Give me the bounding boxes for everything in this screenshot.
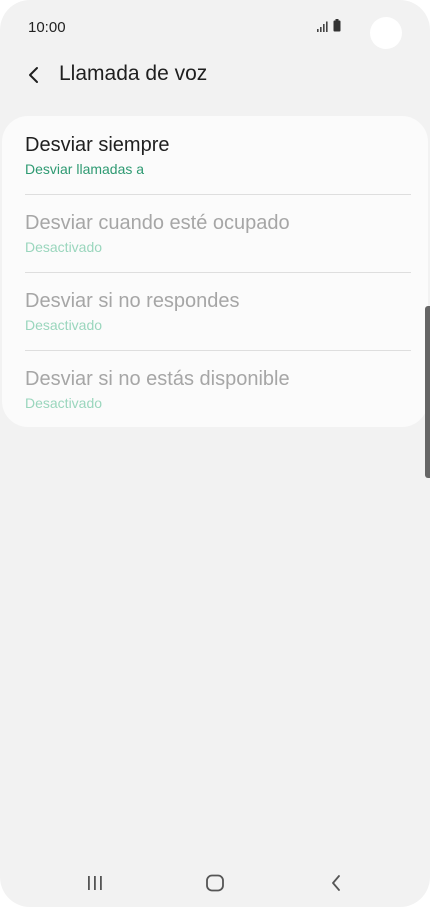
setting-forward-unreachable[interactable]: Desviar si no estás disponible Desactiva… xyxy=(2,350,428,428)
setting-title: Desviar siempre xyxy=(25,134,170,156)
signal-icon xyxy=(317,21,328,32)
back-arrow-icon xyxy=(29,67,38,83)
setting-title: Desviar si no estás disponible xyxy=(25,368,290,390)
setting-subtitle: Desviar llamadas a xyxy=(25,161,145,177)
page-title: Llamada de voz xyxy=(59,62,208,85)
scrollbar[interactable] xyxy=(425,306,430,478)
setting-forward-no-answer[interactable]: Desviar si no respondes Desactivado xyxy=(2,272,428,350)
setting-subtitle: Desactivado xyxy=(25,317,103,333)
phone-screen: 10:00 Llamada de voz Desviar siempre Des… xyxy=(0,0,430,907)
navigation-bar xyxy=(0,860,430,907)
setting-subtitle: Desactivado xyxy=(25,395,103,411)
setting-forward-always[interactable]: Desviar siempre Desviar llamadas a xyxy=(2,116,428,194)
back-icon xyxy=(332,875,340,891)
setting-subtitle: Desactivado xyxy=(25,239,103,255)
app-header: Llamada de voz xyxy=(0,56,430,96)
recents-icon xyxy=(88,876,102,890)
nav-back-button[interactable] xyxy=(316,868,356,898)
battery-icon xyxy=(333,19,341,32)
back-button[interactable] xyxy=(20,60,48,90)
camera-cutout xyxy=(370,17,402,49)
settings-card: Desviar siempre Desviar llamadas a Desvi… xyxy=(2,116,428,427)
status-bar: 10:00 xyxy=(0,0,430,56)
home-icon xyxy=(206,874,224,892)
home-button[interactable] xyxy=(195,868,235,898)
recents-button[interactable] xyxy=(75,868,115,898)
setting-title: Desviar si no respondes xyxy=(25,290,240,312)
setting-forward-when-busy[interactable]: Desviar cuando esté ocupado Desactivado xyxy=(2,194,428,272)
status-time: 10:00 xyxy=(28,19,66,36)
setting-title: Desviar cuando esté ocupado xyxy=(25,212,290,234)
